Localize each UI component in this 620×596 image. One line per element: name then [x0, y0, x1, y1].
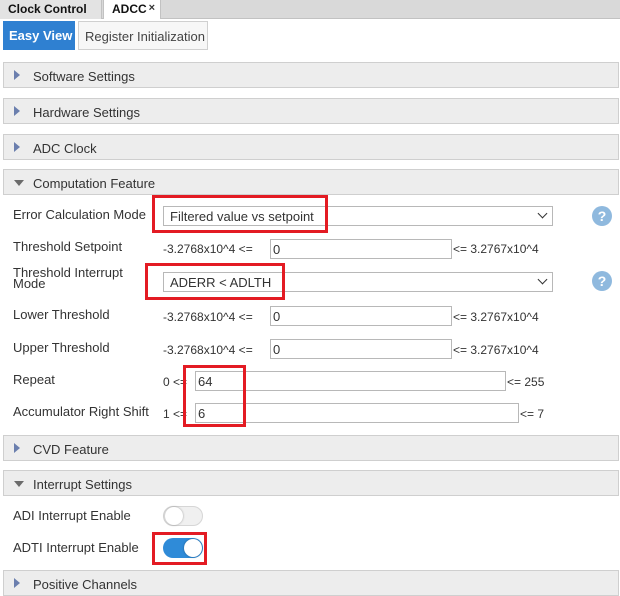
section-positive-channels[interactable]: Positive Channels	[3, 570, 619, 596]
lower-threshold-max: <= 3.2767x10^4	[453, 310, 539, 324]
accumulator-right-shift-label: Accumulator Right Shift	[13, 404, 149, 419]
error-calculation-mode-label: Error Calculation Mode	[13, 207, 146, 222]
adi-interrupt-enable-label: ADI Interrupt Enable	[13, 508, 131, 523]
tab-easy-view[interactable]: Easy View	[3, 21, 75, 50]
threshold-interrupt-label-line2: Mode	[13, 276, 46, 291]
highlight-threshold-interrupt	[145, 263, 285, 300]
section-adc-clock[interactable]: ADC Clock	[3, 134, 619, 160]
adti-interrupt-enable-label: ADTI Interrupt Enable	[13, 540, 139, 555]
section-cvd-feature[interactable]: CVD Feature	[3, 435, 619, 461]
threshold-setpoint-input[interactable]: 0	[270, 239, 452, 259]
chevron-down-icon	[537, 274, 548, 285]
section-interrupt-settings[interactable]: Interrupt Settings	[3, 470, 619, 496]
threshold-setpoint-max: <= 3.2767x10^4	[453, 242, 539, 256]
upper-threshold-input[interactable]: 0	[270, 339, 452, 359]
lower-threshold-min: -3.2768x10^4 <=	[163, 310, 253, 324]
tab-adcc-label: ADCC	[112, 2, 147, 16]
chevron-down-icon	[14, 180, 24, 186]
help-icon[interactable]: ?	[592, 206, 612, 226]
section-label: Interrupt Settings	[33, 477, 132, 492]
chevron-down-icon	[14, 481, 24, 487]
close-icon[interactable]: ×	[149, 2, 155, 14]
tab-clock-control[interactable]: Clock Control	[0, 0, 102, 19]
lower-threshold-input[interactable]: 0	[270, 306, 452, 326]
accumulator-right-shift-max: <= 7	[520, 407, 545, 421]
highlight-adti-toggle	[152, 532, 207, 565]
help-icon[interactable]: ?	[592, 271, 612, 291]
lower-threshold-label: Lower Threshold	[13, 307, 110, 322]
threshold-setpoint-label: Threshold Setpoint	[13, 239, 123, 254]
section-label: ADC Clock	[33, 141, 97, 156]
section-hardware-settings[interactable]: Hardware Settings	[3, 98, 619, 124]
upper-threshold-max: <= 3.2767x10^4	[453, 343, 539, 357]
upper-threshold-min: -3.2768x10^4 <=	[163, 343, 253, 357]
threshold-setpoint-min: -3.2768x10^4 <=	[163, 242, 253, 256]
chevron-right-icon	[14, 443, 20, 453]
toggle-knob	[165, 507, 183, 525]
chevron-right-icon	[14, 70, 20, 80]
section-label: Computation Feature	[33, 176, 156, 191]
tab-clock-control-label: Clock Control	[8, 2, 87, 16]
section-label: Software Settings	[33, 69, 135, 84]
chevron-down-icon	[537, 208, 548, 219]
chevron-right-icon	[14, 106, 20, 116]
chevron-right-icon	[14, 578, 20, 588]
section-label: Positive Channels	[33, 577, 138, 592]
threshold-interrupt-mode-label: Threshold Interrupt Mode	[13, 266, 123, 291]
editor-tab-bar: Clock Control ADCC ×	[0, 0, 620, 19]
upper-threshold-label: Upper Threshold	[13, 340, 110, 355]
tab-register-initialization[interactable]: Register Initialization	[78, 21, 208, 50]
adi-interrupt-toggle[interactable]	[163, 506, 203, 526]
section-label: Hardware Settings	[33, 105, 140, 120]
section-software-settings[interactable]: Software Settings	[3, 62, 619, 88]
section-computation-feature[interactable]: Computation Feature	[3, 169, 619, 195]
repeat-max: <= 255	[507, 375, 545, 389]
view-tab-bar: Easy View Register Initialization	[0, 19, 620, 50]
tab-adcc[interactable]: ADCC ×	[103, 0, 161, 19]
highlight-repeat-accumulator	[183, 365, 246, 427]
highlight-error-calculation	[152, 195, 328, 233]
chevron-right-icon	[14, 142, 20, 152]
section-label: CVD Feature	[33, 442, 109, 457]
repeat-label: Repeat	[13, 372, 55, 387]
